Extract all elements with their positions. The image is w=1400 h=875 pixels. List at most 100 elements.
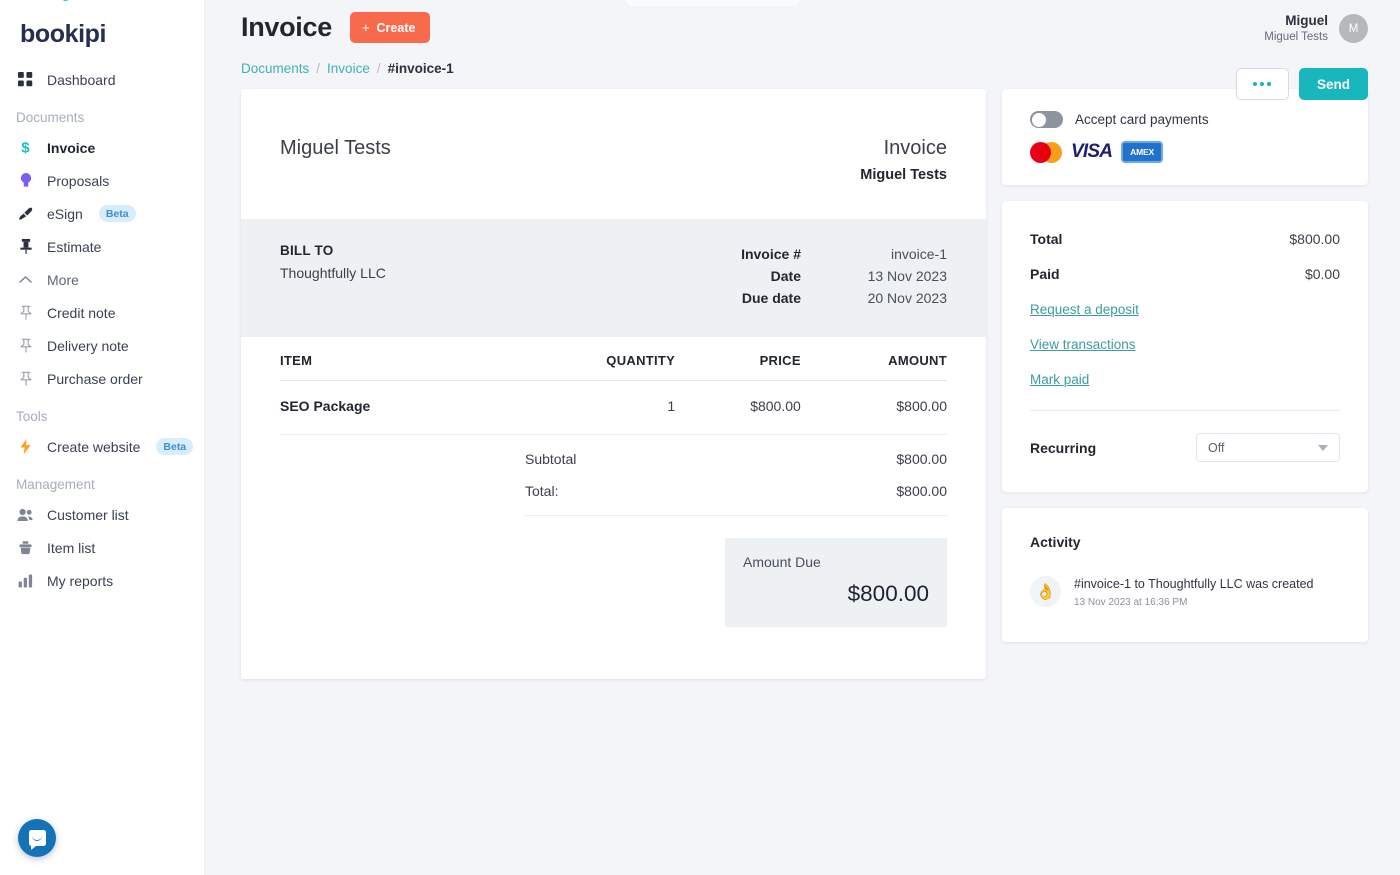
document-type: Invoice [883, 137, 947, 159]
bill-to-label: BILL TO [280, 243, 334, 258]
sidebar-group-tools: Tools [16, 409, 48, 424]
view-transactions-link[interactable]: View transactions [1030, 337, 1136, 352]
dot-icon [1267, 82, 1272, 86]
svg-text:$: $ [21, 140, 30, 156]
breadcrumb-item-invoice[interactable]: Invoice [327, 61, 370, 76]
meta-value: invoice-1 [890, 246, 947, 262]
user-names: Miguel Miguel Tests [1264, 12, 1328, 46]
paid-label: Paid [1030, 266, 1060, 282]
col-header-item: ITEM [280, 337, 505, 381]
lightbulb-icon [16, 171, 35, 190]
sidebar-item-estimate[interactable]: Estimate [0, 230, 204, 263]
paid-value: $0.00 [1304, 266, 1340, 282]
logo-accent-icon [61, 0, 70, 1]
invoice-meta-keys: Invoice # Date Due date [741, 243, 801, 309]
sidebar-item-dashboard[interactable]: Dashboard [0, 63, 204, 96]
pin-outline-icon [16, 369, 35, 388]
sidebar-item-purchase-order[interactable]: Purchase order [0, 362, 204, 395]
activity-item: 👌 #invoice-1 to Thoughtfully LLC was cre… [1030, 576, 1342, 608]
amount-due-wrap: Amount Due $800.00 [280, 516, 947, 627]
col-header-amount: AMOUNT [800, 337, 947, 381]
sidebar-item-label: Dashboard [47, 71, 116, 88]
brand-logo[interactable]: bookipi [0, 0, 204, 63]
dollar-icon: $ [16, 138, 35, 157]
pen-icon [16, 204, 35, 223]
ok-hand-emoji-icon: 👌 [1030, 576, 1061, 607]
totals-panel: Total $800.00 Paid $0.00 Request a depos… [1002, 201, 1368, 492]
sidebar-item-create-website[interactable]: Create website Beta [0, 430, 204, 463]
invoice-meta: BILL TO Thoughtfully LLC Invoice # Date … [241, 219, 986, 337]
recurring-row: Recurring Off [1030, 433, 1340, 462]
table-row[interactable]: SEO Package 1 $800.00 $800.00 [280, 380, 947, 435]
breadcrumb-separator: / [376, 61, 381, 76]
pin-icon [16, 237, 35, 256]
chevron-down-icon [1318, 444, 1328, 451]
sidebar-item-invoice[interactable]: $ Invoice [0, 131, 204, 164]
sidebar-item-proposals[interactable]: Proposals [0, 164, 204, 197]
dot-icon [1260, 82, 1265, 86]
box-icon [16, 538, 35, 557]
app-root: bookipi Dashboard Documents $ Invoice Pr… [0, 0, 1400, 875]
cell-amount: $800.00 [800, 380, 947, 435]
more-options-button[interactable] [1235, 68, 1289, 100]
summary-divider [525, 515, 947, 516]
invoice-body: ITEM QUANTITY PRICE AMOUNT SEO Package 1… [241, 337, 986, 679]
document-owner: Miguel Tests [860, 167, 947, 183]
activity-item-text: #invoice-1 to Thoughtfully LLC was creat… [1074, 577, 1314, 591]
user-name: Miguel [1285, 13, 1328, 28]
amount-due-label: Amount Due [743, 554, 821, 570]
sidebar-item-my-reports[interactable]: My reports [0, 564, 204, 597]
right-rail: Accept card payments VISA AMEX Total $80… [1002, 89, 1368, 642]
bill-to-customer: Thoughtfully LLC [280, 265, 386, 281]
accept-card-payments-toggle[interactable] [1030, 111, 1063, 128]
send-button[interactable]: Send [1298, 68, 1368, 100]
summary-value: $800.00 [896, 451, 947, 467]
summary-inner: Subtotal $800.00 Total: $800.00 [525, 443, 947, 516]
accept-card-payments-label: Accept card payments [1075, 112, 1209, 127]
people-icon [16, 505, 35, 524]
mark-paid-link[interactable]: Mark paid [1030, 372, 1089, 387]
main-area: Invoice + Create Miguel Miguel Tests M D… [205, 0, 1400, 875]
user-menu[interactable]: Miguel Miguel Tests M [1264, 12, 1368, 46]
amount-due-box: Amount Due $800.00 [725, 538, 947, 627]
meta-key: Due date [741, 290, 801, 306]
sidebar-item-delivery-note[interactable]: Delivery note [0, 329, 204, 362]
sidebar-item-item-list[interactable]: Item list [0, 531, 204, 564]
panel-divider [1030, 410, 1340, 411]
beta-badge: Beta [98, 205, 136, 222]
summary-key: Total: [525, 483, 559, 499]
activity-item-time: 13 Nov 2023 at 16:36 PM [1074, 596, 1188, 608]
accept-card-payments-row[interactable]: Accept card payments [1030, 111, 1342, 128]
create-button-label: Create [376, 20, 416, 35]
recurring-label: Recurring [1030, 439, 1097, 456]
bill-to-block: BILL TO Thoughtfully LLC [280, 243, 386, 309]
amount-due-value: $800.00 [847, 581, 929, 606]
grid-icon [16, 70, 35, 89]
total-label: Total [1030, 231, 1063, 247]
recurring-select[interactable]: Off [1196, 433, 1340, 462]
brand-logo-text: bookipi [20, 20, 107, 48]
bars-icon [16, 571, 35, 590]
total-row: Total $800.00 [1030, 231, 1340, 266]
sidebar-item-label: Proposals [47, 172, 110, 189]
activity-panel: Activity 👌 #invoice-1 to Thoughtfully LL… [1002, 508, 1368, 642]
breadcrumb-item-documents[interactable]: Documents [241, 61, 309, 76]
card-brand-logos: VISA AMEX [1030, 141, 1342, 163]
activity-title: Activity [1030, 534, 1081, 550]
create-button[interactable]: + Create [349, 12, 431, 43]
total-value: $800.00 [1289, 231, 1340, 247]
meta-value: 20 Nov 2023 [867, 290, 947, 306]
sidebar-item-esign[interactable]: eSign Beta [0, 197, 204, 230]
request-deposit-link[interactable]: Request a deposit [1030, 302, 1139, 317]
sidebar: bookipi Dashboard Documents $ Invoice Pr… [0, 0, 205, 875]
invoice-header: Miguel Tests Invoice Miguel Tests [241, 89, 986, 219]
sidebar-item-label: Credit note [47, 304, 116, 321]
messenger-launcher-button[interactable] [18, 819, 56, 857]
sidebar-item-credit-note[interactable]: Credit note [0, 296, 204, 329]
avatar[interactable]: M [1339, 14, 1368, 44]
dot-icon [1253, 82, 1258, 86]
sidebar-item-more[interactable]: More [0, 263, 204, 296]
summary-row-subtotal: Subtotal $800.00 [525, 443, 947, 475]
sidebar-item-customer-list[interactable]: Customer list [0, 498, 204, 531]
invoice-document[interactable]: Miguel Tests Invoice Miguel Tests BILL T… [241, 89, 986, 679]
